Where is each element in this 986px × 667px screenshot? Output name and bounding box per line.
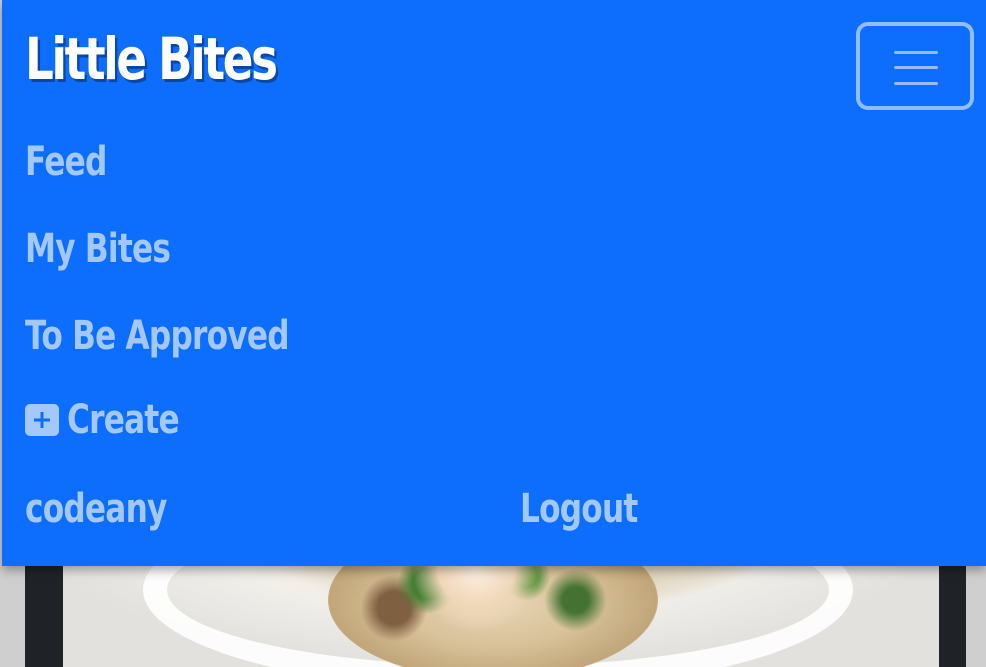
navbar: Little Bites Feed My Bites To Be Approve… — [2, 0, 986, 566]
brand-title[interactable]: Little Bites — [25, 30, 278, 88]
nav-link-my-bites[interactable]: My Bites — [25, 229, 171, 269]
create-label: Create — [67, 397, 180, 443]
plus-square-icon — [25, 404, 59, 436]
nav-link-logout[interactable]: Logout — [520, 489, 638, 529]
nav-link-to-be-approved[interactable]: To Be Approved — [25, 316, 290, 356]
nav-link-username[interactable]: codeany — [25, 489, 167, 529]
nav-link-create[interactable]: Create — [25, 400, 210, 440]
nav-link-feed[interactable]: Feed — [25, 142, 107, 182]
navbar-toggler-button[interactable] — [856, 22, 974, 110]
hamburger-icon — [894, 51, 938, 85]
page: Little Bites Feed My Bites To Be Approve… — [0, 0, 986, 667]
